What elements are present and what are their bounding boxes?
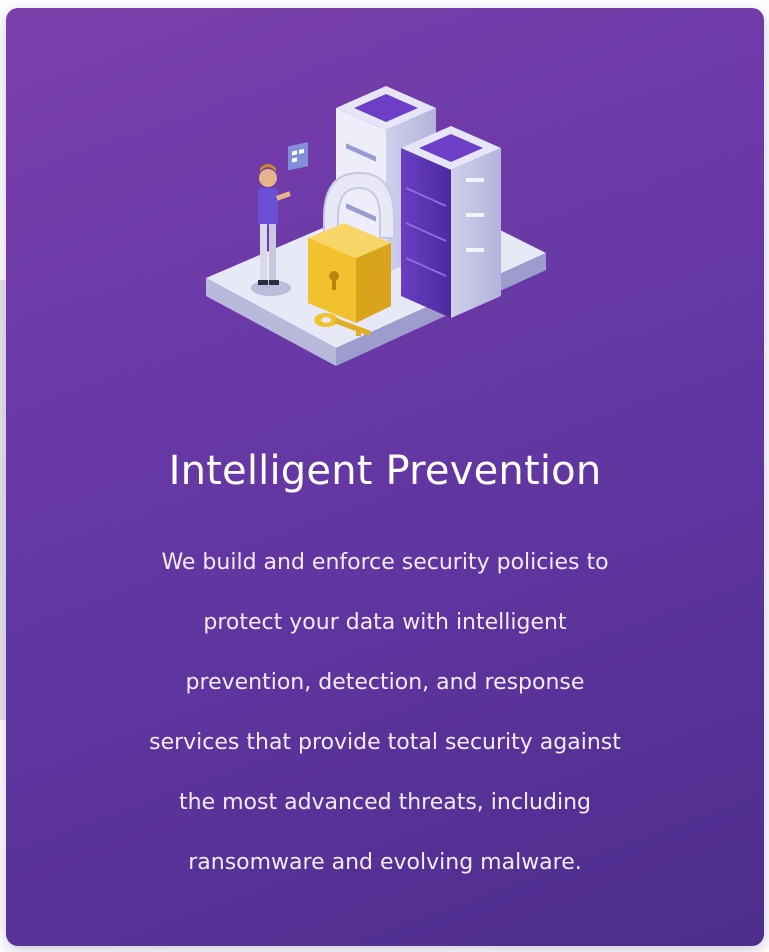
card-title: Intelligent Prevention: [168, 448, 602, 494]
card-description: We build and enforce security policies t…: [76, 533, 694, 893]
description-line: the most advanced threats, including: [179, 790, 591, 815]
description-line: protect your data with intelligent: [203, 610, 567, 635]
description-line: We build and enforce security policies t…: [161, 550, 609, 575]
description-line: prevention, detection, and response: [185, 670, 585, 695]
holographic-screen-icon: [288, 142, 308, 171]
page: Intelligent Prevention We build and enfo…: [0, 0, 769, 952]
server-rack-front-icon: [401, 126, 501, 318]
description-line: ransomware and evolving malware.: [188, 850, 582, 875]
description-line: services that provide total security aga…: [149, 730, 621, 755]
feature-card: Intelligent Prevention We build and enfo…: [6, 8, 764, 946]
data-security-illustration: [206, 86, 546, 366]
